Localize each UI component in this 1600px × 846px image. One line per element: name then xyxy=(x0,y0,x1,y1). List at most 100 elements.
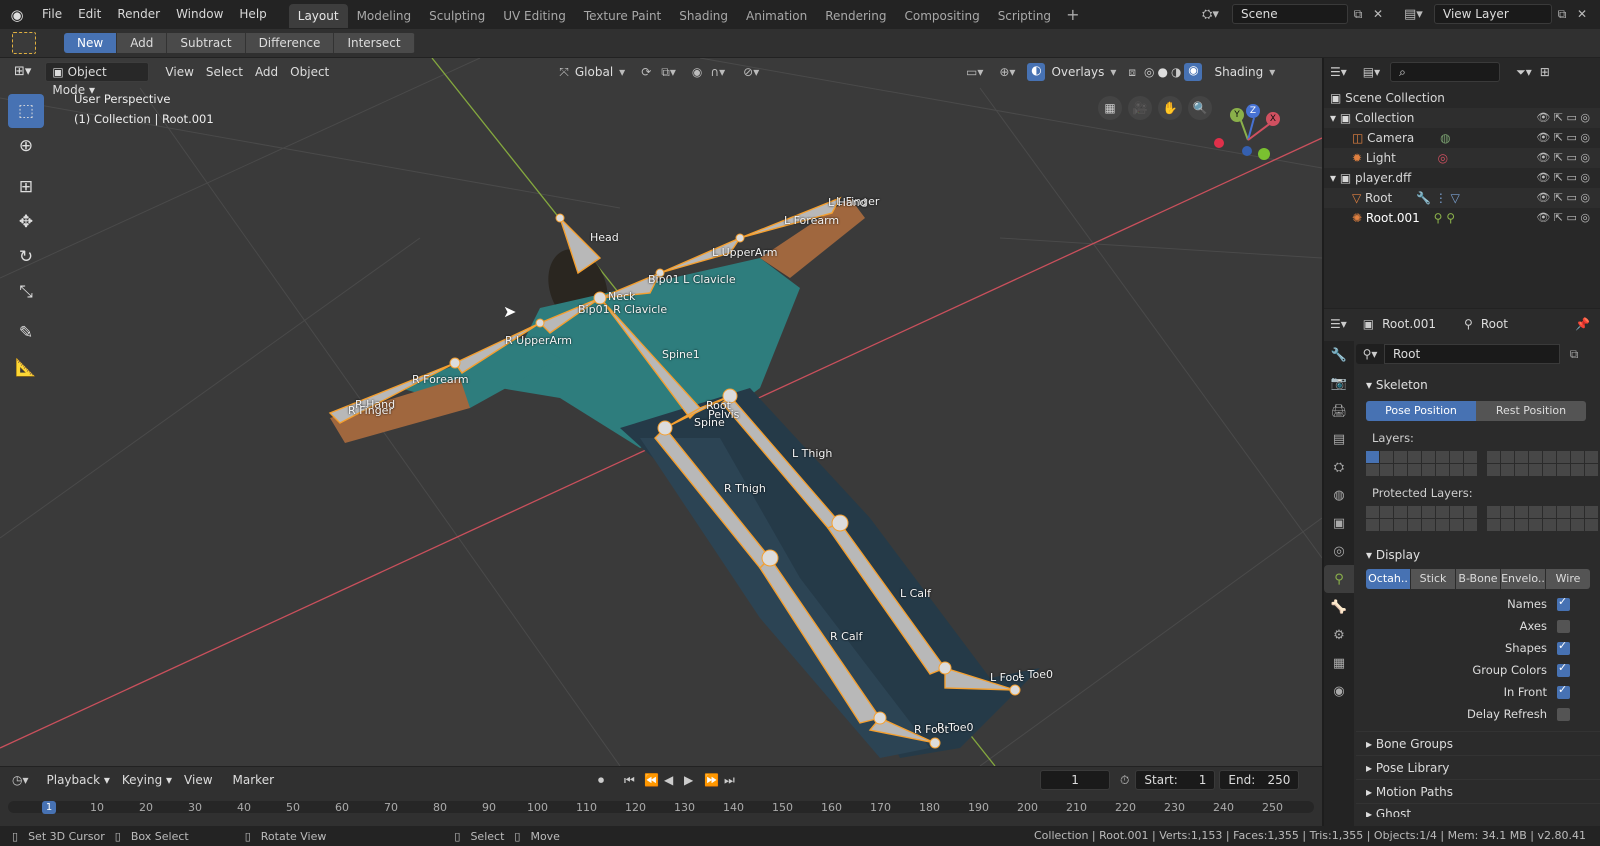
camera-view-icon[interactable]: 🎥 xyxy=(1128,96,1152,120)
tab-compositing[interactable]: Compositing xyxy=(895,4,988,28)
select-box-tool-icon[interactable] xyxy=(12,32,36,54)
translate-tool-icon[interactable]: ✥ xyxy=(8,205,44,239)
menu-object[interactable]: Object xyxy=(284,62,335,82)
armature-context-icon[interactable]: ⚲ xyxy=(1464,317,1473,331)
scene-icon[interactable]: ⛭▾ xyxy=(1202,7,1232,22)
properties-editor-type-icon[interactable]: ☰▾ xyxy=(1330,317,1347,331)
tab-layout[interactable]: Layout xyxy=(288,4,348,28)
outliner-search-input[interactable]: ⌕ xyxy=(1390,62,1501,82)
stopwatch-icon[interactable]: ⏱ xyxy=(1120,773,1129,788)
view-layer-tab-icon[interactable]: ▤ xyxy=(1324,425,1354,453)
bone-constraint-tab-icon[interactable]: ⚙ xyxy=(1324,621,1354,649)
wireframe-shading-icon[interactable]: ◎ xyxy=(1144,65,1154,79)
display-bbone-button[interactable]: B-Bone xyxy=(1456,569,1500,589)
menu-file[interactable]: File xyxy=(34,0,70,29)
outliner-row-collection[interactable]: ▾ ▣ Collection 👁 ⇱ ▭ ◎ xyxy=(1324,108,1600,128)
pin-icon[interactable]: 📌 xyxy=(1575,317,1590,331)
pivot-icon[interactable]: ⟳ xyxy=(641,65,651,79)
tab-rendering[interactable]: Rendering xyxy=(816,4,895,28)
outliner-row-camera[interactable]: ◫ Camera ◍ 👁 ⇱ ▭ ◎ xyxy=(1324,128,1600,148)
frame-ruler[interactable]: 1 10 20 30 40 50 60 70 80 90 100 110 120… xyxy=(8,793,1314,815)
rotate-tool-icon[interactable]: ↻ xyxy=(8,240,44,274)
tab-modeling[interactable]: Modeling xyxy=(348,4,421,28)
names-option[interactable]: Names xyxy=(1356,593,1600,615)
view-layer-icon[interactable]: ▤▾ xyxy=(1404,7,1434,22)
visibility-icons[interactable]: 👁 ⇱ ▭ ◎ xyxy=(1536,108,1590,128)
outliner-row-root-001[interactable]: ✺ Root.001 ⚲ ⚲ 👁 ⇱ ▭ ◎ xyxy=(1324,208,1600,228)
fake-user-icon[interactable]: ⧉ xyxy=(1564,344,1584,364)
new-collection-icon[interactable]: ⊞ xyxy=(1540,65,1550,79)
outliner-row-root[interactable]: ▽ Root 🔧 ⋮ ▽ 👁 ⇱ ▭ ◎ xyxy=(1324,188,1600,208)
current-frame-field[interactable]: 1 xyxy=(1040,770,1111,790)
measure-tool-icon[interactable]: 📐 xyxy=(8,351,44,385)
start-frame-field[interactable]: Start: 1 xyxy=(1135,770,1216,790)
pose-position-button[interactable]: Pose Position xyxy=(1366,401,1476,421)
delay-refresh-option[interactable]: Delay Refresh xyxy=(1356,703,1600,725)
cursor-tool-icon[interactable]: ⊕ xyxy=(8,129,44,163)
mode-add-button[interactable]: Add xyxy=(117,33,168,53)
pose-library-panel[interactable]: ▸ Pose Library xyxy=(1356,755,1600,779)
xray-toggle-icon[interactable]: ⧈ xyxy=(1128,65,1136,80)
link-icon[interactable]: ⊘▾ xyxy=(743,65,759,79)
visibility-icons[interactable]: 👁 ⇱ ▭ ◎ xyxy=(1536,168,1590,188)
snap-icon[interactable]: ⧉▾ xyxy=(661,65,676,80)
physics-tab-icon[interactable]: ◉ xyxy=(1324,677,1354,705)
protected-layers-grid[interactable] xyxy=(1356,506,1600,531)
gizmo-toggle-icon[interactable]: ⊕▾ xyxy=(999,65,1015,79)
axes-option[interactable]: Axes xyxy=(1356,615,1600,637)
scene-name-field[interactable]: Scene xyxy=(1232,4,1348,24)
mode-new-button[interactable]: New xyxy=(64,33,118,53)
visibility-icons[interactable]: 👁 ⇱ ▭ ◎ xyxy=(1536,148,1590,168)
shading-dropdown[interactable]: Shading xyxy=(1208,62,1269,82)
mode-difference-button[interactable]: Difference xyxy=(245,33,335,53)
group-colors-checkbox[interactable] xyxy=(1557,661,1570,677)
view-layer-field[interactable]: View Layer xyxy=(1434,4,1552,24)
gizmo-neg-z[interactable] xyxy=(1242,146,1252,156)
outliner-row-light[interactable]: ✹ Light ◎ 👁 ⇱ ▭ ◎ xyxy=(1324,148,1600,168)
armature-name-field[interactable]: Root xyxy=(1384,344,1560,364)
rest-position-button[interactable]: Rest Position xyxy=(1476,401,1586,421)
menu-render[interactable]: Render xyxy=(109,0,168,29)
menu-edit[interactable]: Edit xyxy=(70,0,109,29)
tab-texture-paint[interactable]: Texture Paint xyxy=(575,4,670,28)
ortho-toggle-icon[interactable]: ▦ xyxy=(1098,96,1122,120)
annotate-tool-icon[interactable]: ✎ xyxy=(8,316,44,350)
expand-chevron-icon[interactable]: ▾ xyxy=(1330,171,1340,185)
menu-help[interactable]: Help xyxy=(231,0,274,29)
next-keyframe-icon[interactable]: ⏩ xyxy=(704,773,724,787)
visibility-icons[interactable]: 👁 ⇱ ▭ ◎ xyxy=(1536,188,1590,208)
bone-groups-panel[interactable]: ▸ Bone Groups xyxy=(1356,731,1600,755)
gizmo-z-axis[interactable]: Z xyxy=(1246,104,1260,118)
solid-shading-icon[interactable]: ● xyxy=(1158,65,1168,79)
mode-subtract-button[interactable]: Subtract xyxy=(167,33,246,53)
display-envelope-button[interactable]: Envelo.. xyxy=(1501,569,1545,589)
tab-sculpting[interactable]: Sculpting xyxy=(420,4,494,28)
object-context-icon[interactable]: ▣ xyxy=(1363,317,1374,331)
armature-data-tab-icon[interactable]: ⚲ xyxy=(1324,565,1354,593)
view-object-types-icon[interactable]: ▭▾ xyxy=(966,65,983,79)
scene-tab-icon[interactable]: ⛭ xyxy=(1324,453,1354,481)
bone-tab-icon[interactable]: 🦴 xyxy=(1324,593,1354,621)
move-tool-icon[interactable]: ⊞ xyxy=(8,170,44,204)
3d-viewport[interactable]: ⊞▾ ▣ Object Mode ▾ View Select Add Objec… xyxy=(0,58,1322,766)
object-tab-icon[interactable]: ▣ xyxy=(1324,509,1354,537)
delay-refresh-checkbox[interactable] xyxy=(1557,707,1570,721)
tab-scripting[interactable]: Scripting xyxy=(989,4,1060,28)
display-panel-header[interactable]: ▾ Display xyxy=(1356,543,1600,567)
layers-grid[interactable] xyxy=(1356,451,1600,476)
data-context-label[interactable]: Root xyxy=(1481,317,1508,331)
display-mode-icon[interactable]: ▤▾ xyxy=(1363,65,1380,79)
scene-remove-icon[interactable]: ✕ xyxy=(1368,4,1388,24)
jump-start-icon[interactable]: ⏮ xyxy=(624,773,644,788)
names-checkbox[interactable] xyxy=(1557,595,1570,611)
in-front-option[interactable]: In Front xyxy=(1356,681,1600,703)
object-mode-dropdown[interactable]: ▣ Object Mode ▾ xyxy=(45,62,150,97)
prev-keyframe-icon[interactable]: ⏪ xyxy=(644,773,664,787)
scale-tool-icon[interactable]: ⤡ xyxy=(8,275,44,309)
overlays-toggle-icon[interactable]: ◐ xyxy=(1027,63,1046,81)
render-tab-icon[interactable]: 📷 xyxy=(1324,369,1354,397)
jump-end-icon[interactable]: ⏭ xyxy=(724,773,744,788)
menu-window[interactable]: Window xyxy=(168,0,231,29)
proportional-edit-icon[interactable]: ◉ xyxy=(692,65,702,79)
record-icon[interactable]: ⏺ xyxy=(598,773,618,788)
